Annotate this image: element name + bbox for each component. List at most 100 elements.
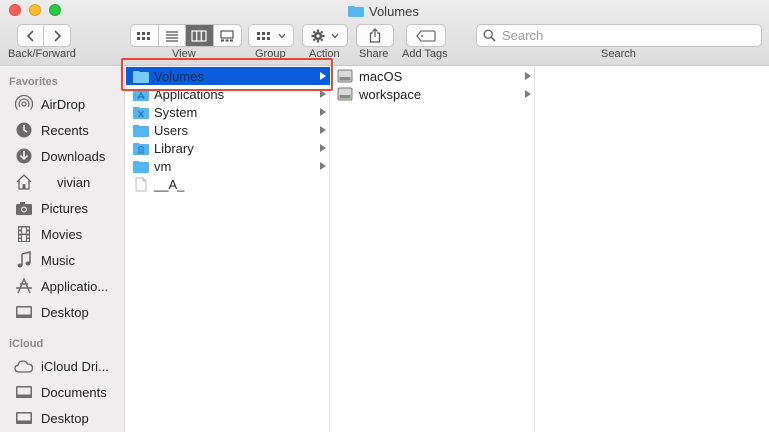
toolbar: Volumes Back/Forward View Group Action S… (0, 0, 769, 66)
sidebar: Favorites AirDrop Recents Downloads vivi… (0, 67, 125, 432)
sidebar-item-music[interactable]: Music (14, 249, 122, 271)
desktop-icon (14, 303, 34, 321)
share-icon (369, 28, 381, 43)
users-folder-icon (133, 123, 149, 137)
favorites-header: Favorites (9, 76, 58, 88)
close-window-button[interactable] (9, 4, 21, 16)
sidebar-item-label: Pictures (41, 200, 88, 216)
share-label: Share (359, 48, 389, 60)
column-empty (536, 67, 769, 432)
folder-icon (348, 6, 364, 17)
icon-grid-icon (137, 31, 151, 40)
sidebar-item-recents[interactable]: Recents (14, 119, 122, 141)
back-button[interactable] (17, 24, 44, 47)
disclosure-arrow-icon (320, 126, 326, 134)
sidebar-item-label: Recents (41, 122, 89, 138)
column-view-button[interactable] (186, 25, 214, 46)
column-item-name: __A_ (154, 176, 185, 192)
column-item-name: Users (154, 122, 188, 138)
gallery-icon (220, 29, 234, 41)
file-icon (133, 177, 149, 191)
system-folder-icon (133, 105, 149, 119)
sidebar-item-downloads[interactable]: Downloads (14, 145, 122, 167)
sidebar-item-label: iCloud Dri... (41, 358, 109, 374)
sidebar-item-label: Documents (41, 384, 107, 400)
list-view-button[interactable] (159, 25, 186, 46)
column-item-vm[interactable]: vm (126, 157, 330, 175)
back-forward-label: Back/Forward (8, 48, 76, 60)
list-icon (165, 30, 178, 42)
chevron-right-icon (54, 29, 62, 42)
gear-icon (311, 29, 325, 42)
forward-button[interactable] (44, 24, 71, 47)
sidebar-item-label: vivian (57, 174, 91, 190)
column-item-name: workspace (359, 86, 422, 102)
hard-drive-icon (337, 87, 353, 101)
search-input[interactable] (502, 28, 742, 43)
column-item-users[interactable]: Users (126, 121, 330, 139)
action-button[interactable] (302, 24, 348, 47)
sidebar-item-icloud-drive[interactable]: iCloud Dri... (14, 355, 122, 377)
column-item-name: vm (154, 158, 172, 174)
window-title-text: Volumes (369, 3, 419, 19)
airdrop-icon (14, 95, 34, 113)
chevron-down-icon (331, 33, 339, 38)
sidebar-item-icloud-desktop[interactable]: Desktop (14, 407, 122, 429)
sidebar-item-label: Desktop (41, 410, 89, 426)
minimize-window-button[interactable] (29, 4, 41, 16)
add-tags-label: Add Tags (402, 48, 448, 60)
library-folder-icon (133, 141, 149, 155)
group-button[interactable] (248, 24, 294, 47)
sidebar-item-desktop[interactable]: Desktop (14, 301, 122, 323)
icloud-header: iCloud (9, 338, 44, 350)
add-tags-button[interactable] (406, 24, 446, 47)
camera-icon (14, 199, 34, 217)
column-item-workspace[interactable]: workspace (331, 85, 535, 103)
sidebar-item-label: Desktop (41, 304, 89, 320)
sidebar-item-label: Movies (41, 226, 83, 242)
column-item-file[interactable]: __A_ (126, 175, 330, 193)
gallery-view-button[interactable] (214, 25, 241, 46)
cloud-icon (14, 357, 34, 375)
music-note-icon (14, 251, 34, 269)
disclosure-arrow-icon (525, 90, 531, 98)
search-field[interactable] (476, 24, 762, 47)
sidebar-item-airdrop[interactable]: AirDrop (14, 93, 122, 115)
folder-icon (133, 159, 149, 173)
column-item-library[interactable]: Library (126, 139, 330, 157)
zoom-window-button[interactable] (49, 4, 61, 16)
sidebar-item-label: AirDrop (41, 96, 86, 112)
download-icon (14, 147, 34, 165)
share-button[interactable] (356, 24, 394, 47)
sidebar-item-documents[interactable]: Documents (14, 381, 122, 403)
column-root: Volumes Applications System Users Librar… (126, 67, 330, 432)
sidebar-item-label: Downloads (41, 148, 106, 164)
sidebar-item-pictures[interactable]: Pictures (14, 197, 122, 219)
sidebar-item-label: Applicatio... (41, 278, 109, 294)
disclosure-arrow-icon (525, 72, 531, 80)
chevron-left-icon (26, 29, 34, 42)
sidebar-item-movies[interactable]: Movies (14, 223, 122, 245)
search-icon (483, 29, 496, 42)
sidebar-item-home[interactable]: vivian (14, 171, 122, 193)
disclosure-arrow-icon (320, 108, 326, 116)
disclosure-arrow-icon (320, 144, 326, 152)
column-item-name: macOS (359, 68, 403, 84)
column-item-name: Library (154, 140, 194, 156)
view-mode-control (130, 24, 242, 47)
disclosure-arrow-icon (320, 162, 326, 170)
sidebar-item-applications[interactable]: Applicatio... (14, 275, 122, 297)
film-icon (14, 225, 34, 243)
tag-icon (416, 29, 436, 42)
column-item-macos[interactable]: macOS (331, 67, 535, 85)
home-icon (14, 173, 34, 191)
sidebar-item-label: Music (41, 252, 75, 268)
icon-view-button[interactable] (131, 25, 159, 46)
selection-highlight-box (121, 58, 333, 91)
desktop-icon (14, 409, 34, 427)
window-title: Volumes (348, 2, 419, 20)
clock-icon (14, 121, 34, 139)
disclosure-arrow-icon (320, 90, 326, 98)
document-icon (14, 383, 34, 401)
column-item-system[interactable]: System (126, 103, 330, 121)
